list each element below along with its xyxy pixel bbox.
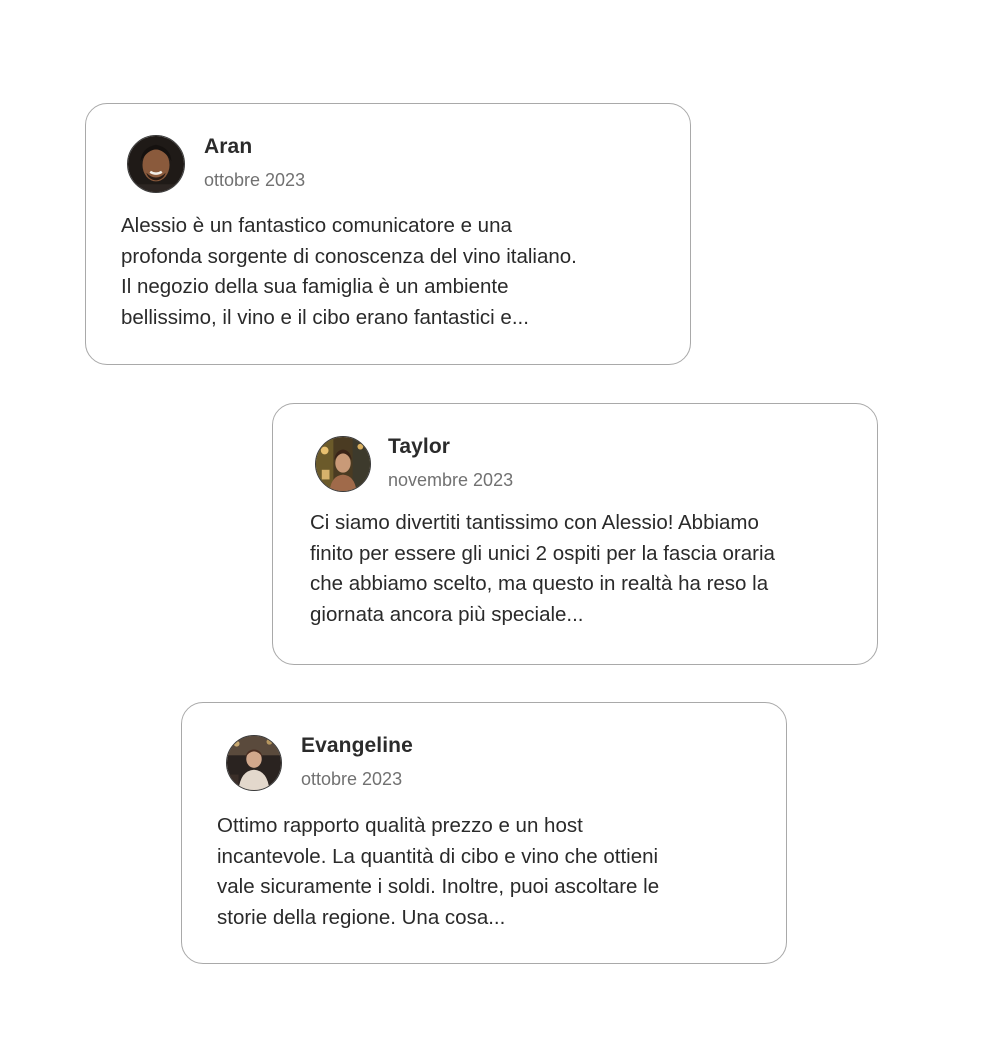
review-text-line: Il negozio della sua famiglia è un ambie… (121, 275, 509, 298)
review-text-line: Alessio è un fantastico comunicatore e u… (121, 214, 512, 237)
reviewer-avatar[interactable] (315, 436, 371, 492)
review-text-line: storie della regione. Una cosa... (217, 905, 506, 929)
review-text: Alessio è un fantastico comunicatore e u… (121, 211, 666, 333)
review-text-line: vale sicuramente i soldi. Inoltre, puoi … (217, 875, 660, 898)
review-date: ottobre 2023 (204, 170, 306, 190)
review-date: ottobre 2023 (301, 769, 403, 789)
review-text-line: Ottimo rapporto qualità prezzo e un host (217, 814, 583, 837)
review-text-line: giornata ancora più speciale... (310, 602, 584, 626)
review-text-line: finito per essere gli unici 2 ospiti per… (310, 541, 775, 565)
review-date: novembre 2023 (388, 470, 514, 490)
review-text-line: Ci siamo divertiti tantissimo con Alessi… (310, 511, 759, 534)
reviewer-name: Aran (204, 135, 253, 158)
avatar-photo-icon (316, 437, 370, 491)
review-card: Evangeline ottobre 2023 Ottimo rapporto … (181, 702, 787, 964)
reviewer-name: Taylor (388, 435, 451, 458)
review-card: Aran ottobre 2023 Alessio è un fantastic… (85, 103, 691, 365)
review-text-line: bellissimo, il vino e il cibo erano fant… (121, 305, 529, 329)
review-card: Taylor novembre 2023 Ci siamo divertiti … (272, 403, 878, 665)
review-text: Ottimo rapporto qualità prezzo e un host… (217, 811, 762, 933)
reviewer-name: Evangeline (301, 734, 413, 757)
reviewer-avatar[interactable] (127, 135, 185, 193)
review-text-line: incantevole. La quantità di cibo e vino … (217, 844, 659, 868)
avatar-photo-icon (227, 736, 281, 790)
review-text: Ci siamo divertiti tantissimo con Alessi… (310, 508, 855, 630)
avatar-photo-icon (128, 136, 184, 192)
review-text-line: che abbiamo scelto, ma questo in realtà … (310, 572, 769, 595)
review-text-line: profonda sorgente di conoscenza del vino… (121, 244, 577, 268)
reviewer-avatar[interactable] (226, 735, 282, 791)
